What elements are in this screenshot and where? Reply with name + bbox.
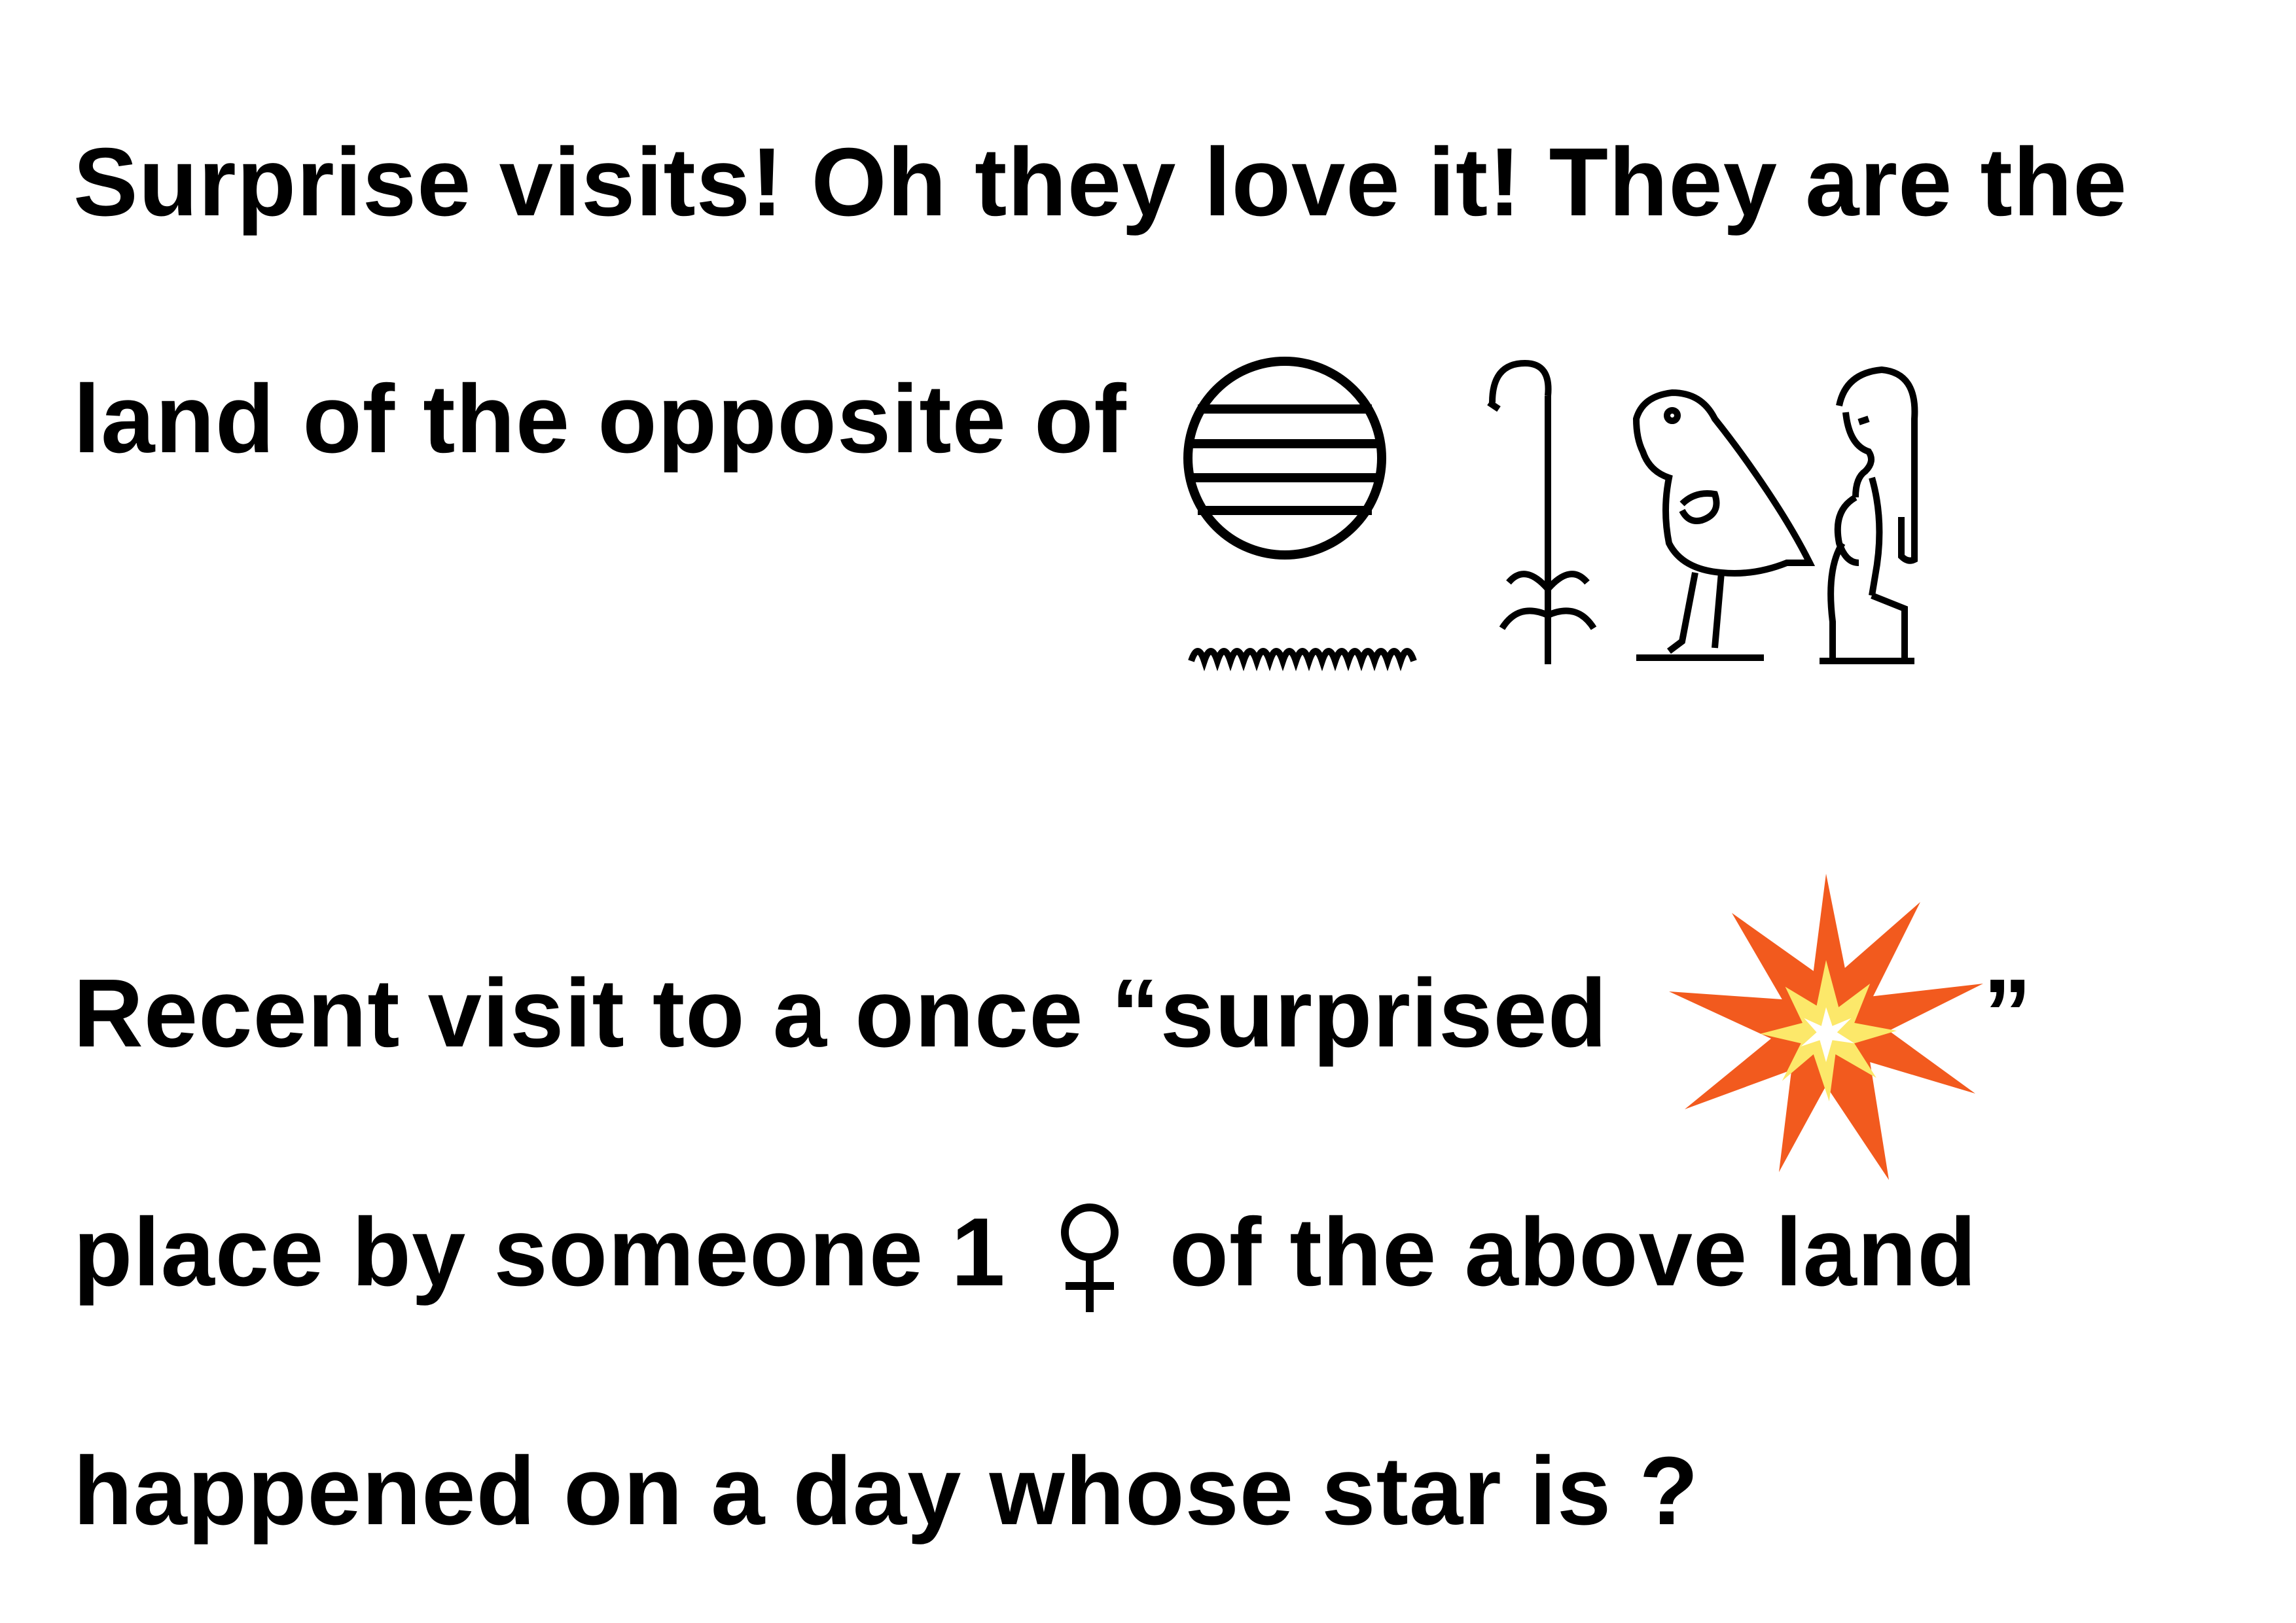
water-ripple-glyph	[1188, 648, 1417, 671]
seated-woman-glyph	[1820, 366, 1918, 664]
text-line-1: Surprise visits! Oh they love it! They a…	[73, 128, 2128, 236]
hieroglyph-group	[1183, 357, 1918, 671]
text-line-3: Recent visit to a once “surprised	[73, 959, 1608, 1067]
text-line-4: place by someone 1 of the above land	[73, 1204, 1977, 1301]
text-line-4-part-1: place by someone 1	[73, 1198, 1006, 1306]
closing-quote: ”	[1983, 959, 2032, 1067]
text-line-5: happened on a day whose star is ?	[73, 1437, 1699, 1545]
text-line-4-part-2: of the above land	[1169, 1198, 1977, 1306]
female-sign-icon	[1061, 1204, 1119, 1312]
reed-plant-glyph	[1487, 359, 1597, 664]
collision-burst-icon	[1669, 874, 1983, 1180]
sun-disk-glyph	[1183, 357, 1386, 560]
text-line-2: land of the opposite of	[73, 365, 1127, 473]
vulture-bird-glyph	[1632, 389, 1816, 661]
